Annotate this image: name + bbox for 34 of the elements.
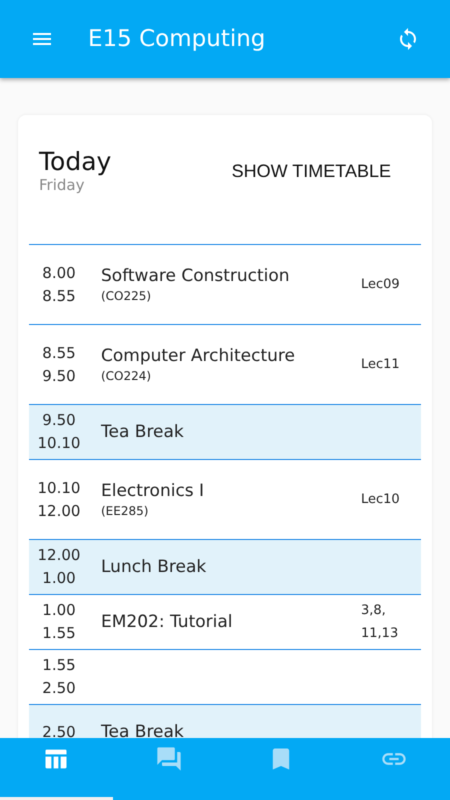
start-time: 12.00 [38,545,80,566]
subject-title: Lunch Break [101,557,208,577]
start-time: 1.00 [42,600,76,621]
end-time: 9.50 [42,366,76,386]
subject-title: Software Construction [101,266,291,286]
room-label: 3,8, 11,13 [361,602,400,643]
subject-title: Tea Break [101,422,185,442]
chat-icon [154,745,183,773]
room-label: Lec10 [361,491,401,509]
end-time: 10.10 [38,433,80,454]
room-label: Lec09 [361,276,401,294]
subject-title: Tea Break [101,722,185,738]
start-time: 8.55 [42,342,76,364]
end-time: 1.00 [42,568,76,589]
end-time: 12.00 [38,500,80,522]
show-timetable-button[interactable]: SHOW TIMETABLE [232,147,411,182]
course-code: (EE285) [101,504,150,518]
course-code: (CO224) [101,369,152,383]
end-time: 8.55 [42,286,76,306]
app-title: E15 Computing [88,26,266,52]
card-heading: Today [39,147,112,176]
end-time: 2.50 [42,678,76,699]
subject-title: EM202: Tutorial [101,612,234,632]
start-time: 10.10 [38,478,80,498]
subject-title: Computer Architecture [101,346,296,366]
start-time: 1.55 [42,655,76,676]
room-label: Lec11 [361,356,401,374]
subject-title: Electronics I [101,481,206,501]
day-label: Friday [39,176,86,194]
start-time: 2.50 [42,722,76,738]
start-time: 8.00 [42,262,76,284]
course-code: (CO225) [101,289,152,303]
end-time: 1.55 [42,623,76,644]
start-time: 9.50 [42,410,76,431]
